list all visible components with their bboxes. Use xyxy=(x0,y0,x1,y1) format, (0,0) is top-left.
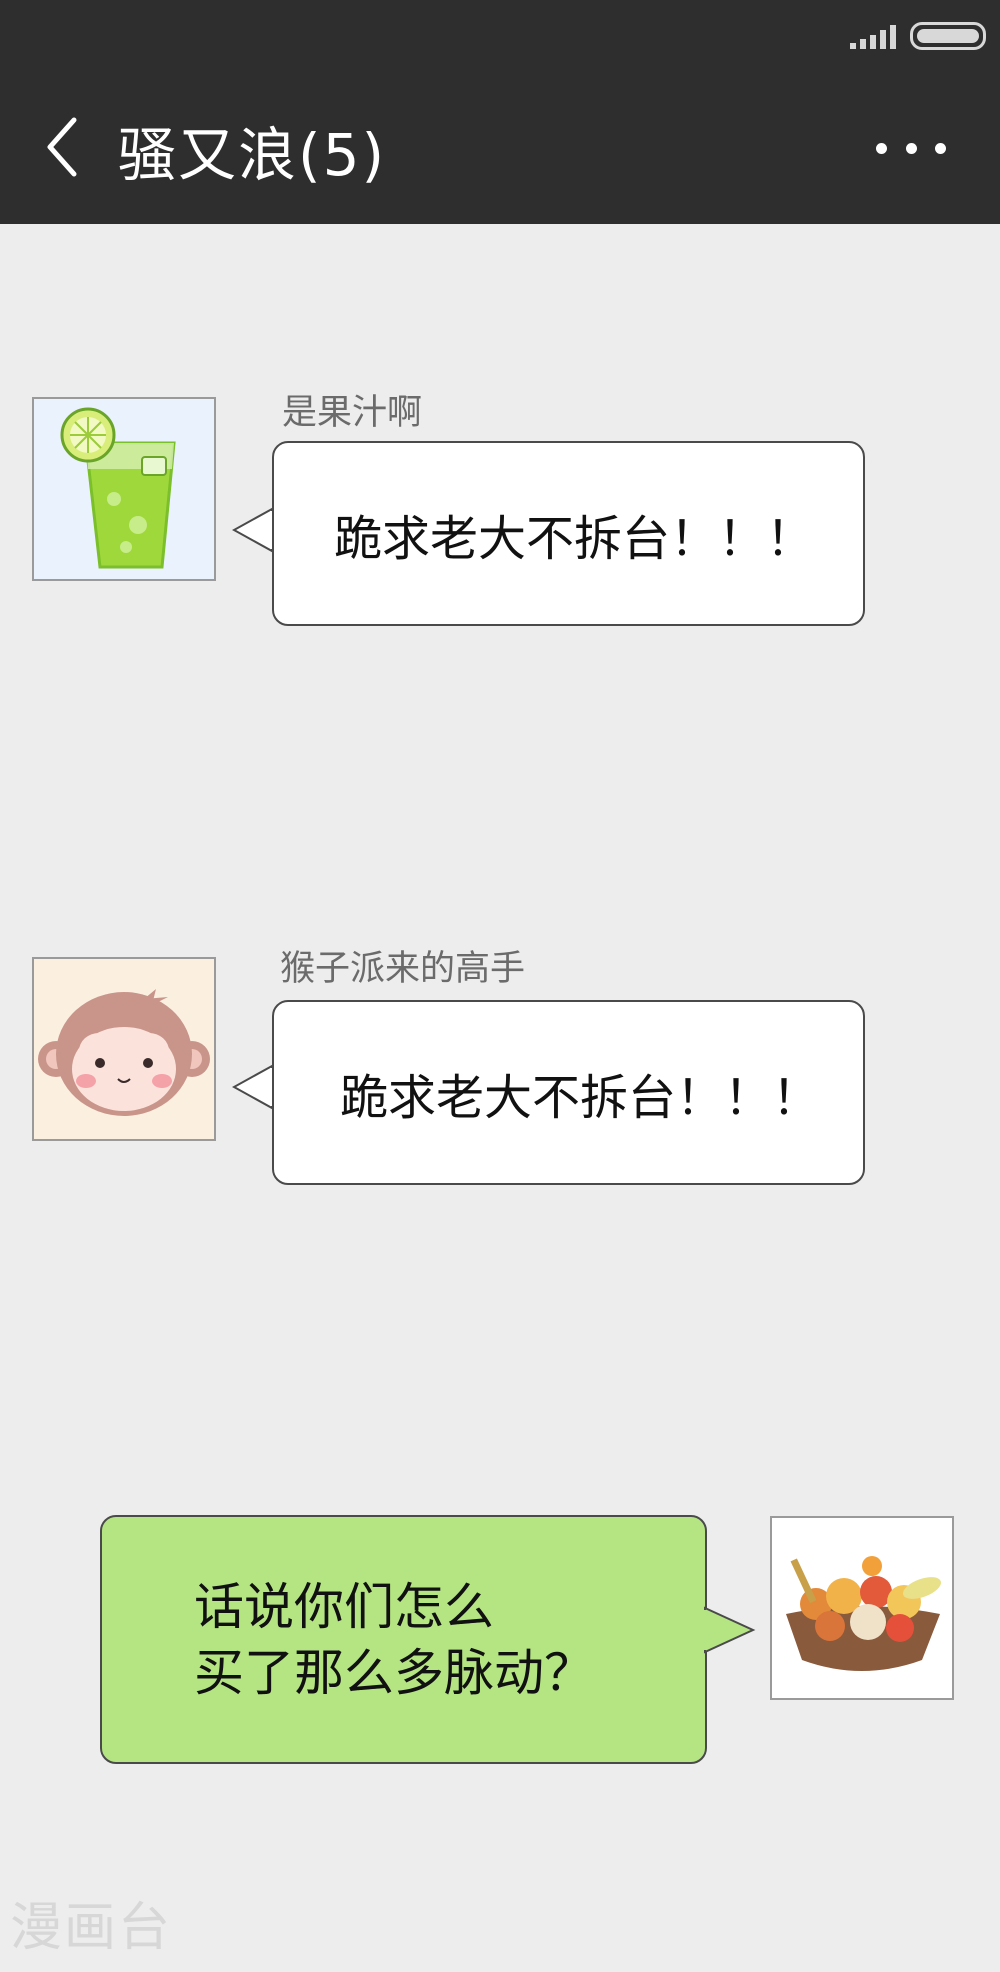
message-text-line1: 话说你们怎么 xyxy=(194,1577,494,1636)
more-dots-icon xyxy=(876,142,887,154)
chat-header: 骚又浪(5) xyxy=(0,0,1000,224)
status-bar xyxy=(850,20,986,52)
fruit-bowl-avatar[interactable] xyxy=(770,1516,954,1700)
chevron-left-icon xyxy=(47,117,77,177)
bubble-tail xyxy=(232,1064,274,1110)
bubble-tail xyxy=(232,507,274,553)
sender-name: 是果汁啊 xyxy=(282,393,423,433)
message-bubble[interactable]: 跪求老大不拆台！！！ xyxy=(272,441,865,626)
watermark: 漫画台 xyxy=(10,1898,173,1958)
chat-title: 骚又浪(5) xyxy=(118,121,387,189)
more-button[interactable] xyxy=(876,135,946,161)
message-text-line2: 买了那么多脉动？ xyxy=(194,1643,594,1702)
bubble-tail xyxy=(703,1606,756,1654)
battery-icon xyxy=(910,22,986,50)
message-bubble[interactable]: 跪求老大不拆台！！！ xyxy=(272,1000,865,1185)
signal-icon xyxy=(850,23,896,49)
message-text: 跪求老大不拆台！！！ xyxy=(334,510,815,567)
monkey-avatar[interactable] xyxy=(32,957,216,1141)
message-text: 跪求老大不拆台！！！ xyxy=(340,1069,821,1126)
self-message-bubble[interactable]: 话说你们怎么 买了那么多脉动？ xyxy=(100,1515,707,1764)
juice-cup-avatar[interactable] xyxy=(32,397,216,581)
back-button[interactable] xyxy=(42,112,82,182)
sender-name: 猴子派来的高手 xyxy=(280,949,526,989)
